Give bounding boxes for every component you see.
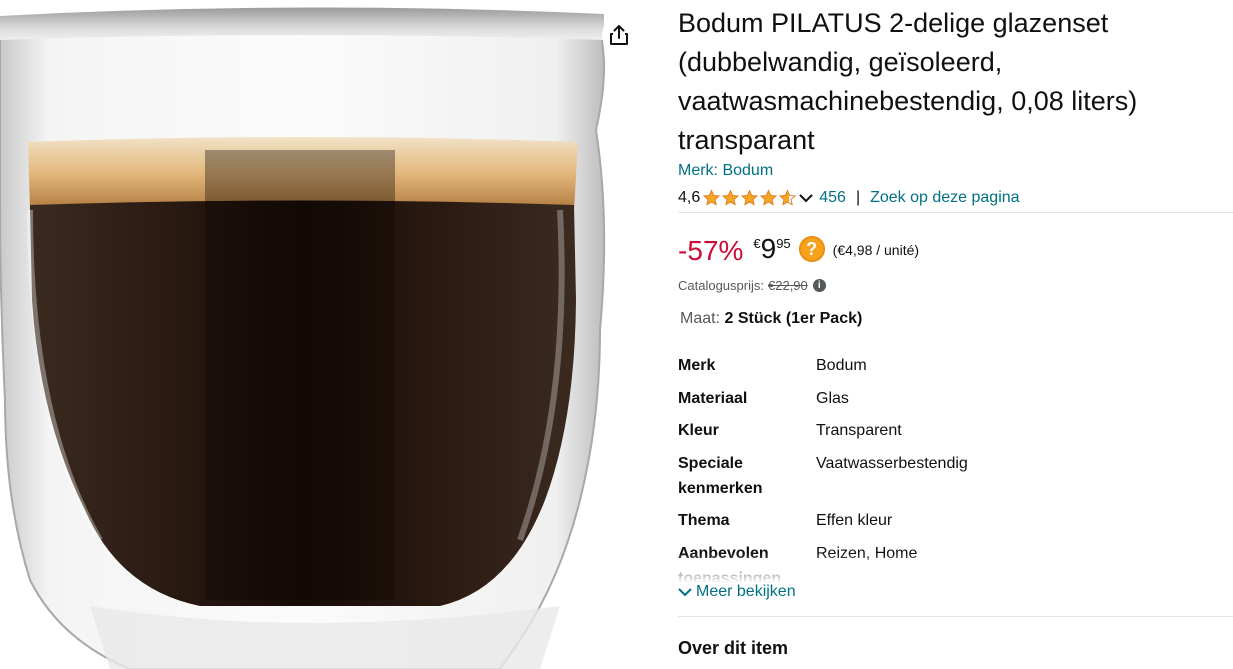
price: € 9 95 [753, 232, 790, 266]
list-price-label: Catalogusprijs: [678, 278, 764, 293]
spec-value: Effen kleur [816, 512, 893, 529]
star-icon [741, 189, 759, 206]
rating-row: 4,6 456 | Zoek op deze pagina [678, 186, 1020, 210]
star-icon [722, 189, 740, 206]
product-image[interactable] [0, 0, 640, 669]
chevron-down-icon[interactable] [799, 193, 813, 203]
review-count-link[interactable]: 456 [819, 189, 846, 207]
unit-price: (€4,98 / unité) [832, 242, 920, 258]
spec-value: Bodum [816, 357, 867, 374]
price-fraction: 95 [776, 236, 791, 251]
spec-key: Kleur [678, 422, 719, 439]
spec-value: Vaatwasserbestendig [816, 455, 968, 472]
product-title: Bodum PILATUS 2-delige glazenset (dubbel… [678, 8, 1138, 155]
star-icon [760, 189, 778, 206]
about-heading: Over dit item [678, 638, 789, 658]
chevron-down-icon [678, 588, 692, 597]
star-icon [703, 189, 721, 206]
list-price-row: Catalogusprijs: €22,90 i [678, 278, 826, 293]
price-row: -57% € 9 95 ? (€4,98 / unité) [678, 232, 919, 272]
search-page-link[interactable]: Zoek op deze pagina [870, 189, 1019, 207]
divider [678, 616, 1233, 617]
show-more-link[interactable]: Meer bekijken [678, 583, 796, 601]
price-currency: € [753, 236, 761, 251]
divider [678, 212, 1233, 213]
brand-link[interactable]: Merk: Bodum [678, 162, 773, 180]
spec-value: Glas [816, 390, 849, 407]
show-more-label: Meer bekijken [696, 583, 796, 600]
specs-table: Merk Bodum Materiaal Glas Kleur Transpar… [678, 353, 1233, 583]
size-value: 2 Stück (1er Pack) [724, 310, 863, 327]
specs-fade [678, 553, 1233, 583]
discount-percentage: -57% [678, 235, 744, 266]
spec-key: Materiaal [678, 390, 748, 407]
star-rating[interactable] [702, 189, 797, 207]
rating-value: 4,6 [678, 189, 701, 206]
spec-value: Transparent [816, 422, 902, 439]
list-price: €22,90 [768, 278, 808, 293]
spec-key: Thema [678, 512, 730, 529]
question-icon[interactable]: ? [798, 236, 825, 262]
size-row: Maat: 2 Stück (1er Pack) [680, 310, 862, 328]
separator: | [855, 189, 861, 206]
price-whole: 9 [760, 233, 777, 264]
share-icon [610, 25, 628, 45]
info-icon[interactable]: i [812, 279, 826, 292]
espresso-glass-image [0, 7, 606, 669]
spec-key: Merk [678, 357, 716, 374]
size-label: Maat: [680, 310, 721, 327]
star-icon [779, 189, 797, 206]
spec-key: Speciale kenmerken [678, 455, 763, 497]
share-button[interactable] [602, 18, 636, 52]
